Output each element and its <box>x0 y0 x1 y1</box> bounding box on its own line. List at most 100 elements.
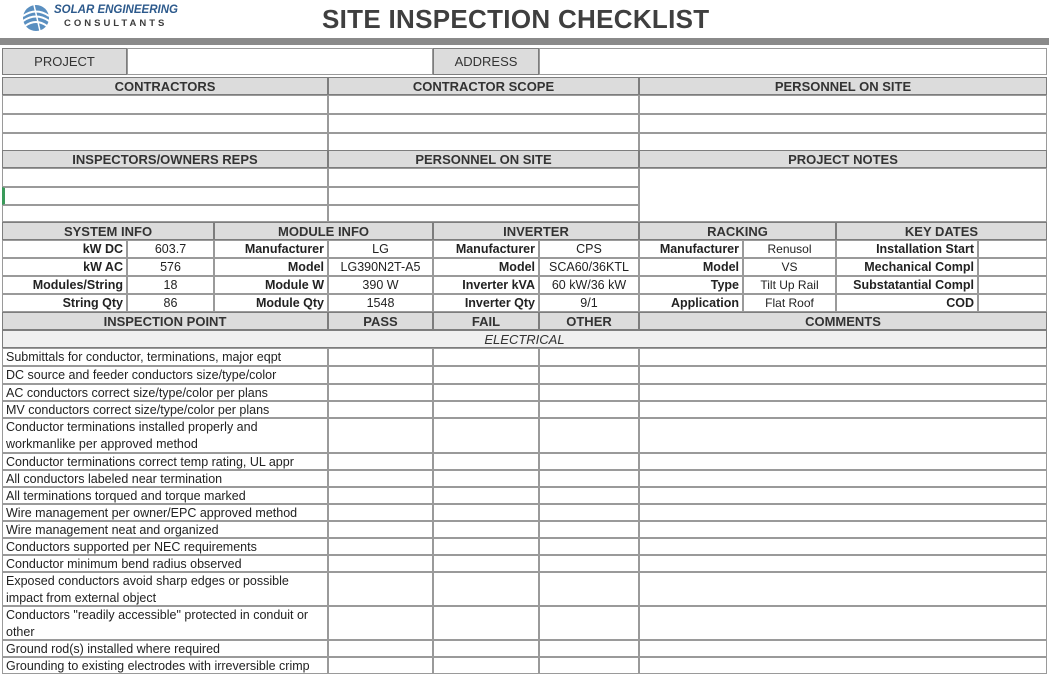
pass-cell[interactable] <box>328 521 433 538</box>
comment-cell[interactable] <box>639 366 1047 384</box>
contractor-row[interactable] <box>2 133 328 151</box>
fail-cell[interactable] <box>433 384 539 401</box>
fail-cell[interactable] <box>433 504 539 521</box>
other-cell[interactable] <box>539 606 639 640</box>
key-date-value[interactable] <box>978 240 1047 258</box>
contractor-scope-header: CONTRACTOR SCOPE <box>328 77 639 95</box>
comment-cell[interactable] <box>639 348 1047 366</box>
fail-cell[interactable] <box>433 453 539 470</box>
inspection-point: Exposed conductors avoid sharp edges or … <box>2 572 328 606</box>
personnel-row[interactable] <box>639 114 1047 133</box>
fail-cell[interactable] <box>433 606 539 640</box>
comment-cell[interactable] <box>639 606 1047 640</box>
other-cell[interactable] <box>539 538 639 555</box>
system-info-header: SYSTEM INFO <box>2 222 214 240</box>
comment-cell[interactable] <box>639 521 1047 538</box>
other-cell[interactable] <box>539 418 639 453</box>
project-notes-field[interactable] <box>639 168 1047 222</box>
fail-cell[interactable] <box>433 401 539 418</box>
fail-cell[interactable] <box>433 470 539 487</box>
pass-cell[interactable] <box>328 640 433 657</box>
personnel-row[interactable] <box>639 95 1047 114</box>
inspector-row[interactable] <box>2 205 328 222</box>
address-field[interactable] <box>539 48 1047 75</box>
other-cell[interactable] <box>539 640 639 657</box>
comment-cell[interactable] <box>639 657 1047 674</box>
inspector-row[interactable] <box>2 168 328 187</box>
reps-personnel-row[interactable] <box>328 168 639 187</box>
comment-cell[interactable] <box>639 640 1047 657</box>
inspection-point: Conductor terminations installed properl… <box>2 418 328 453</box>
pass-cell[interactable] <box>328 348 433 366</box>
comment-cell[interactable] <box>639 504 1047 521</box>
fail-cell[interactable] <box>433 538 539 555</box>
other-cell[interactable] <box>539 521 639 538</box>
other-cell[interactable] <box>539 384 639 401</box>
comment-cell[interactable] <box>639 572 1047 606</box>
inspection-point: AC conductors correct size/type/color pe… <box>2 384 328 401</box>
fail-cell[interactable] <box>433 657 539 674</box>
other-cell[interactable] <box>539 366 639 384</box>
comment-cell[interactable] <box>639 470 1047 487</box>
other-cell[interactable] <box>539 504 639 521</box>
racking-value: VS <box>743 258 836 276</box>
fail-cell[interactable] <box>433 418 539 453</box>
reps-personnel-row[interactable] <box>328 187 639 205</box>
other-cell[interactable] <box>539 657 639 674</box>
personnel-row[interactable] <box>639 133 1047 151</box>
racking-value: Tilt Up Rail <box>743 276 836 294</box>
comment-cell[interactable] <box>639 401 1047 418</box>
pass-cell[interactable] <box>328 418 433 453</box>
comment-cell[interactable] <box>639 384 1047 401</box>
other-cell[interactable] <box>539 453 639 470</box>
pass-cell[interactable] <box>328 504 433 521</box>
comment-cell[interactable] <box>639 453 1047 470</box>
inspection-point: Conductors "readily accessible" protecte… <box>2 606 328 640</box>
contractor-row[interactable] <box>2 95 328 114</box>
project-field[interactable] <box>127 48 433 75</box>
contractor-scope-row[interactable] <box>328 133 639 151</box>
pass-cell[interactable] <box>328 657 433 674</box>
pass-cell[interactable] <box>328 366 433 384</box>
comment-cell[interactable] <box>639 487 1047 504</box>
pass-cell[interactable] <box>328 538 433 555</box>
inspector-row[interactable] <box>2 187 328 205</box>
fail-cell[interactable] <box>433 640 539 657</box>
other-cell[interactable] <box>539 348 639 366</box>
fail-cell[interactable] <box>433 521 539 538</box>
contractor-scope-row[interactable] <box>328 95 639 114</box>
racking-label: Type <box>639 276 743 294</box>
module-label: Module Qty <box>214 294 328 312</box>
logo-line2: CONSULTANTS <box>64 18 168 29</box>
pass-cell[interactable] <box>328 470 433 487</box>
other-cell[interactable] <box>539 572 639 606</box>
fail-cell[interactable] <box>433 572 539 606</box>
fail-cell[interactable] <box>433 366 539 384</box>
comment-cell[interactable] <box>639 538 1047 555</box>
other-cell[interactable] <box>539 487 639 504</box>
comment-cell[interactable] <box>639 418 1047 453</box>
other-cell[interactable] <box>539 470 639 487</box>
pass-cell[interactable] <box>328 572 433 606</box>
personnel-on-site-header: PERSONNEL ON SITE <box>639 77 1047 95</box>
key-date-value[interactable] <box>978 276 1047 294</box>
other-cell[interactable] <box>539 555 639 572</box>
contractor-row[interactable] <box>2 114 328 133</box>
key-date-value[interactable] <box>978 258 1047 276</box>
pass-cell[interactable] <box>328 487 433 504</box>
pass-cell[interactable] <box>328 453 433 470</box>
reps-personnel-row[interactable] <box>328 205 639 222</box>
contractor-scope-row[interactable] <box>328 114 639 133</box>
other-cell[interactable] <box>539 401 639 418</box>
pass-cell[interactable] <box>328 401 433 418</box>
fail-cell[interactable] <box>433 555 539 572</box>
inspection-point: All conductors labeled near termination <box>2 470 328 487</box>
comment-cell[interactable] <box>639 555 1047 572</box>
inverter-header: INVERTER <box>433 222 639 240</box>
pass-cell[interactable] <box>328 555 433 572</box>
fail-cell[interactable] <box>433 487 539 504</box>
pass-cell[interactable] <box>328 606 433 640</box>
key-date-value[interactable] <box>978 294 1047 312</box>
fail-cell[interactable] <box>433 348 539 366</box>
pass-cell[interactable] <box>328 384 433 401</box>
